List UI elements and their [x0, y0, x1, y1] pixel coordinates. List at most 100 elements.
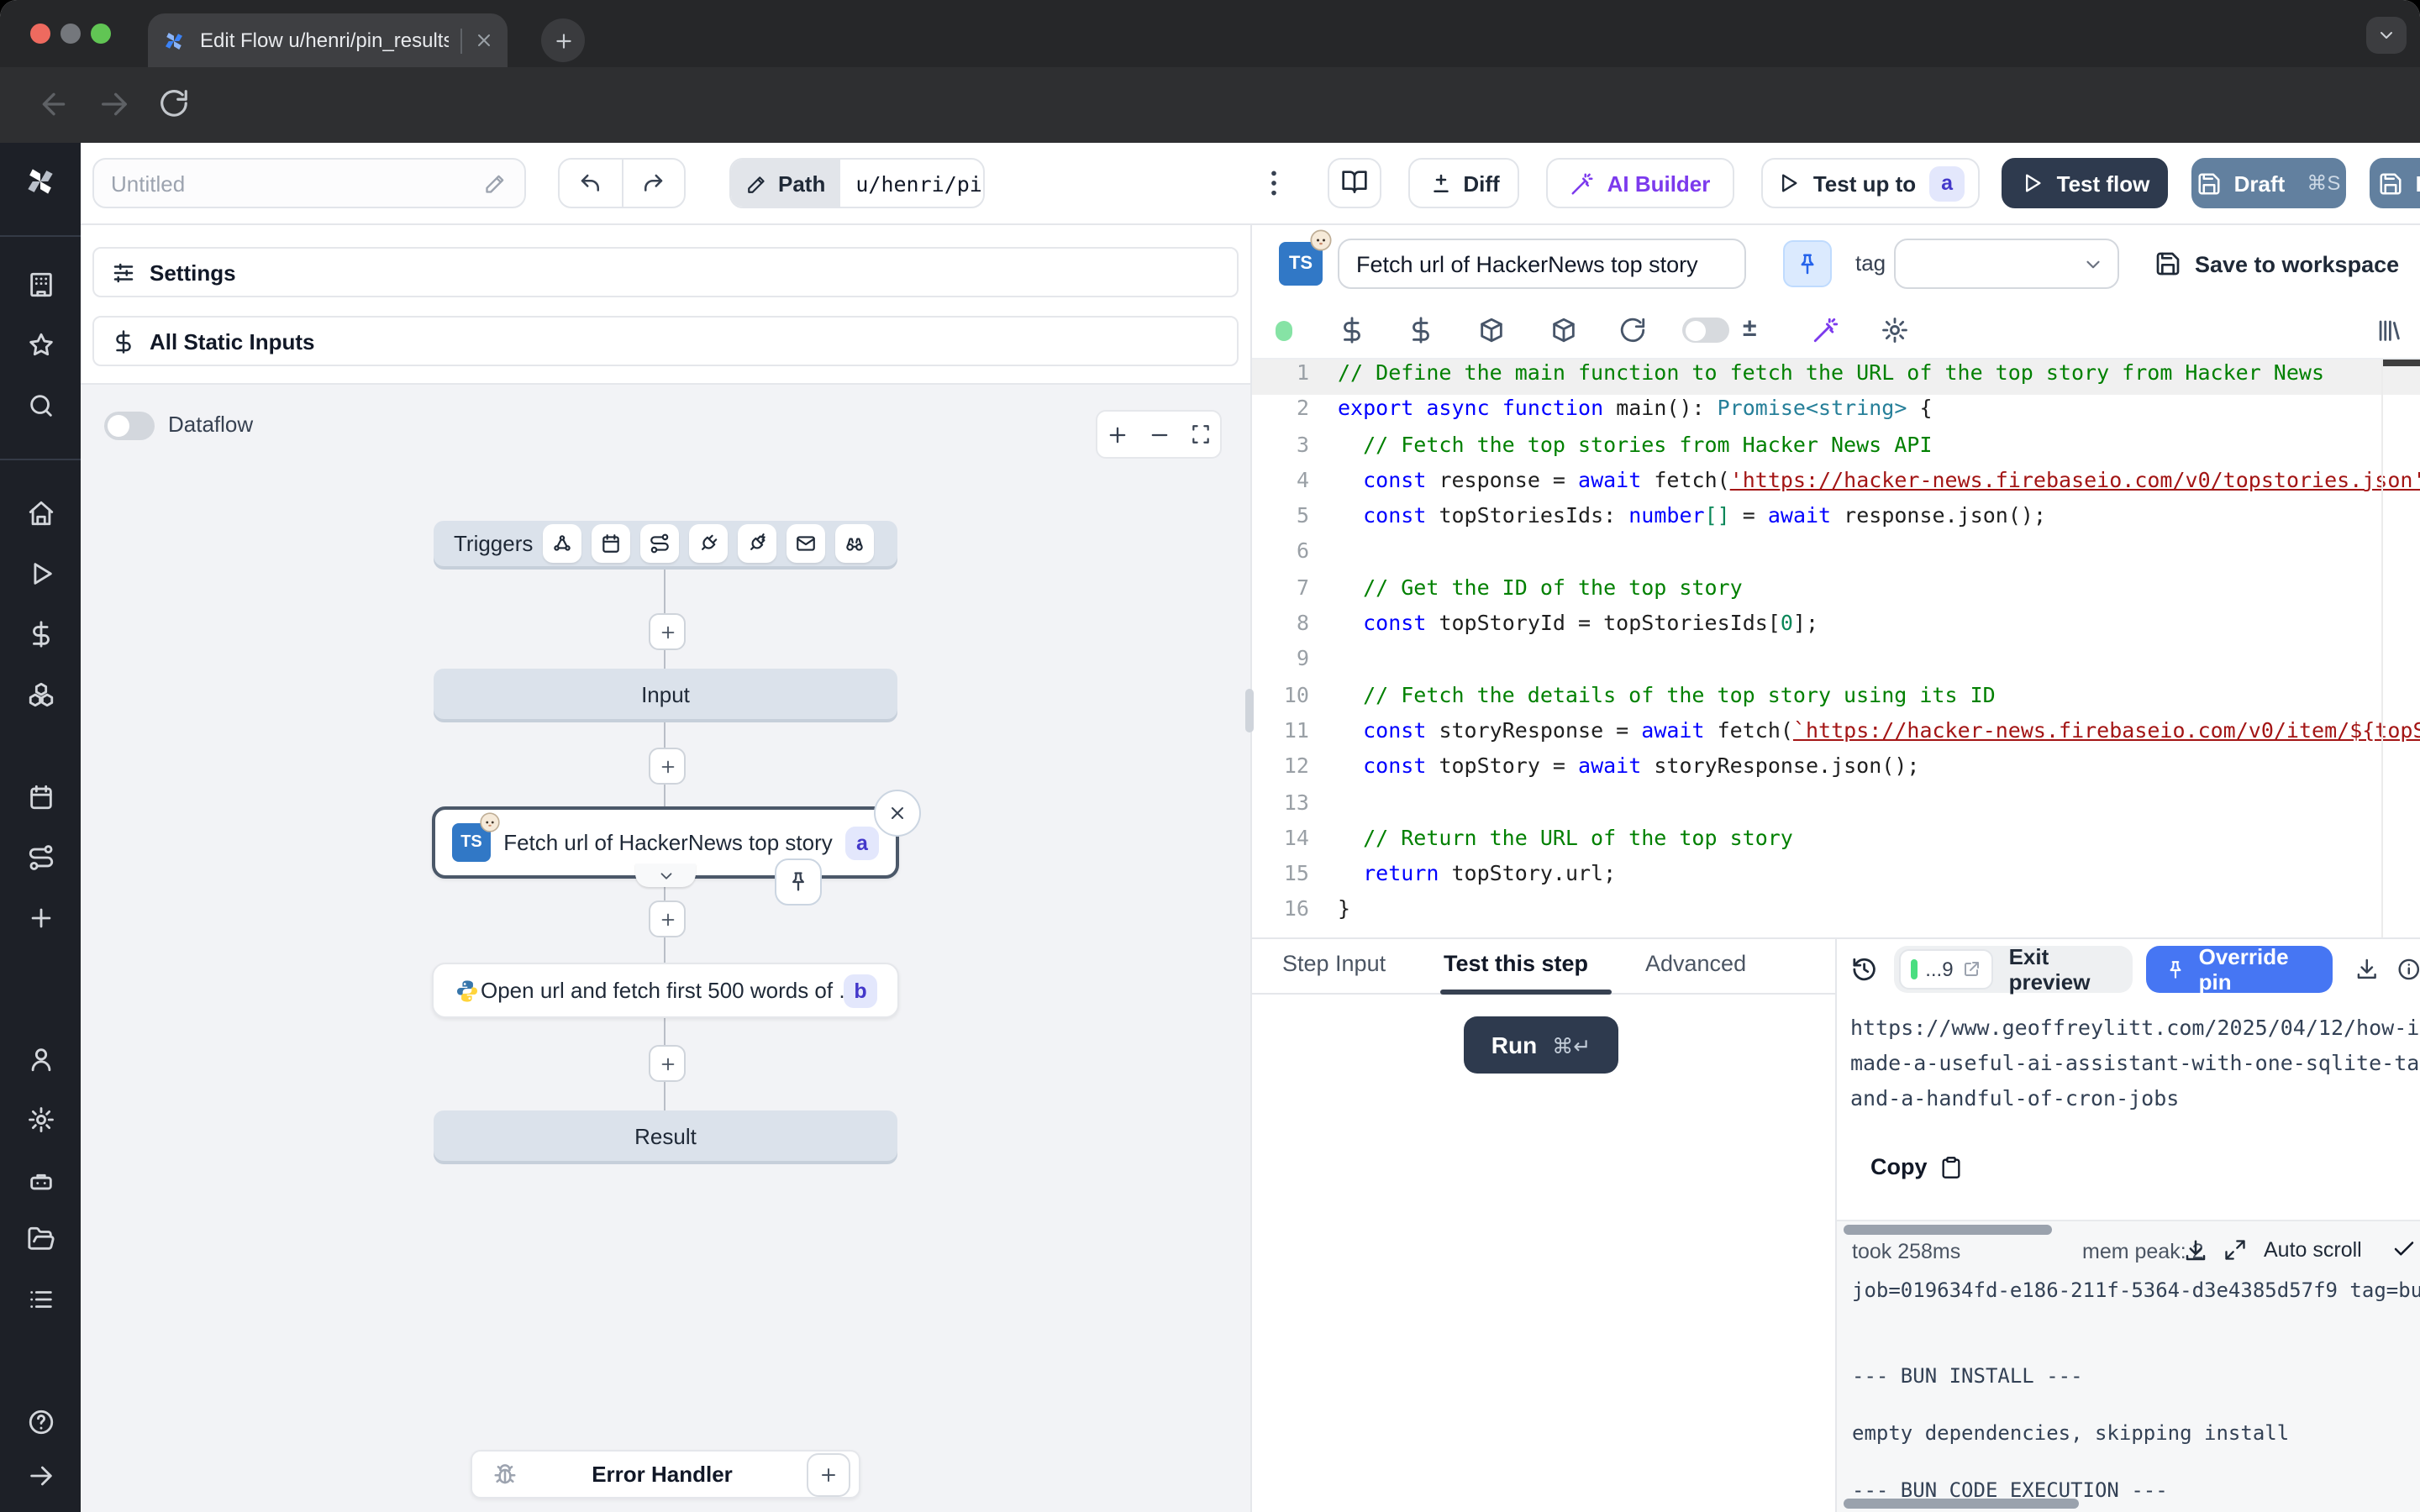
test-up-to-button[interactable]: Test up to a — [1761, 158, 1980, 208]
tab-close-icon[interactable] — [474, 30, 494, 50]
deploy-button[interactable]: Deploy — [2370, 158, 2420, 208]
sidebar-item-route-icon[interactable] — [18, 835, 62, 879]
download-result-icon[interactable] — [2355, 956, 2381, 983]
code-line-14[interactable]: 14 // Return the URL of the top story — [1252, 825, 2420, 861]
ai-builder-button[interactable]: AI Builder — [1546, 158, 1734, 208]
expand-step-chevron[interactable] — [635, 864, 696, 887]
sidebar-item-star-icon[interactable] — [18, 323, 62, 366]
exit-preview-button[interactable]: Exit preview — [2009, 944, 2118, 995]
sidebar-item-plus-icon[interactable] — [18, 895, 62, 939]
add-step-button[interactable] — [649, 900, 686, 937]
code-line-4[interactable]: 4 const response = await fetch('https://… — [1252, 467, 2420, 503]
save-draft-button[interactable]: Draft⌘S — [2191, 158, 2346, 208]
trigger-mail-icon[interactable] — [786, 524, 825, 563]
dataflow-toggle[interactable] — [104, 412, 155, 440]
code-line-9[interactable]: 9 — [1252, 646, 2420, 682]
code-line-12[interactable]: 12 const topStory = await storyResponse.… — [1252, 753, 2420, 790]
trigger-watch-icon[interactable] — [835, 524, 874, 563]
package-icon[interactable] — [1477, 316, 1506, 344]
sidebar-item-folder-open-icon[interactable] — [18, 1216, 62, 1260]
trigger-webhook-icon[interactable] — [543, 524, 581, 563]
forward-icon[interactable] — [97, 87, 131, 121]
code-line-6[interactable]: 6 — [1252, 538, 2420, 575]
sidebar-item-user-icon[interactable] — [18, 1037, 62, 1080]
tab-test-this-step[interactable]: Test this step — [1444, 951, 1588, 976]
copy-result-button[interactable]: Copy — [1870, 1154, 1963, 1179]
sidebar-item-help-icon[interactable] — [18, 1399, 62, 1443]
add-error-handler-button[interactable] — [807, 1452, 850, 1496]
code-line-16[interactable]: 16} — [1252, 896, 2420, 932]
expand-logs-icon[interactable] — [2223, 1238, 2247, 1262]
back-icon[interactable] — [37, 87, 71, 121]
trigger-calendar-icon[interactable] — [592, 524, 630, 563]
add-step-button[interactable] — [649, 1045, 686, 1082]
tab-advanced[interactable]: Advanced — [1645, 951, 1746, 976]
package-icon[interactable] — [1549, 316, 1578, 344]
save-to-workspace-button[interactable]: Save to workspace — [2154, 240, 2399, 287]
code-line-8[interactable]: 8 const topStoryId = topStoriesIds[0]; — [1252, 610, 2420, 646]
reload-icon[interactable] — [1618, 316, 1647, 344]
download-logs-icon[interactable] — [2183, 1238, 2208, 1263]
trigger-plug-zap-icon[interactable] — [738, 524, 776, 563]
flow-name-input[interactable]: Untitled — [92, 158, 526, 208]
sidebar-item-bot-icon[interactable] — [18, 1158, 62, 1201]
error-handler-node[interactable]: Error Handler — [471, 1450, 860, 1499]
library-icon[interactable] — [2375, 316, 2403, 344]
code-line-11[interactable]: 11 const storyResponse = await fetch(`ht… — [1252, 717, 2420, 753]
panel-resize-handle[interactable] — [1245, 689, 1254, 732]
logs-scrollbar-top[interactable] — [1844, 1225, 2052, 1235]
code-line-7[interactable]: 7 // Get the ID of the top story — [1252, 575, 2420, 611]
info-icon[interactable] — [2396, 956, 2420, 983]
test-flow-button[interactable]: Test flow — [2002, 158, 2168, 208]
pin-active-button[interactable] — [1783, 240, 1832, 287]
tab-search-chevron[interactable] — [2366, 17, 2407, 54]
pin-step-button[interactable] — [775, 858, 822, 906]
add-step-button[interactable] — [649, 613, 686, 650]
window-minimize-button[interactable] — [60, 24, 81, 44]
sidebar-item-play-icon[interactable] — [18, 551, 62, 595]
code-line-5[interactable]: 5 const topStoriesIds: number[] = await … — [1252, 502, 2420, 538]
tag-select[interactable] — [1894, 239, 2119, 289]
redo-button[interactable] — [623, 160, 684, 207]
sidebar-item-boxes-icon[interactable] — [18, 672, 62, 716]
tab-step-input[interactable]: Step Input — [1282, 951, 1386, 976]
docs-button[interactable] — [1328, 158, 1381, 208]
external-link-icon[interactable] — [1962, 959, 1982, 979]
step-node-b[interactable]: Open url and fetch first 500 words of ..… — [432, 963, 899, 1018]
sidebar-item-list-icon[interactable] — [18, 1277, 62, 1320]
sidebar-item-calendar-icon[interactable] — [18, 774, 62, 818]
run-button[interactable]: Run⌘↵ — [1464, 1016, 1618, 1074]
code-line-1[interactable]: 1// Define the main function to fetch th… — [1252, 360, 2420, 396]
input-node[interactable]: Input — [434, 669, 897, 719]
logs-scrollbar-bottom[interactable] — [1844, 1499, 2079, 1509]
static-inputs-icon[interactable] — [1338, 316, 1366, 344]
code-line-10[interactable]: 10 // Fetch the details of the top story… — [1252, 681, 2420, 717]
editor-toggle[interactable] — [1682, 318, 1729, 343]
reload-icon[interactable] — [158, 87, 190, 119]
job-id-pill[interactable]: ...9 — [1898, 949, 1993, 990]
code-line-2[interactable]: 2export async function main(): Promise<s… — [1252, 396, 2420, 432]
variables-icon[interactable] — [1407, 316, 1435, 344]
flow-settings-row[interactable]: Settings — [92, 247, 1239, 297]
new-tab-button[interactable] — [541, 18, 585, 62]
step-title-input[interactable]: Fetch url of HackerNews top story — [1338, 239, 1746, 289]
triggers-node[interactable]: Triggers — [434, 521, 897, 566]
window-zoom-button[interactable] — [91, 24, 111, 44]
sidebar-item-building-icon[interactable] — [18, 262, 62, 306]
browser-tab[interactable]: Edit Flow u/henri/pin_results — [148, 13, 508, 67]
zoom-out-icon[interactable] — [1148, 423, 1171, 446]
sidebar-item-home-icon[interactable] — [18, 491, 62, 534]
undo-button[interactable] — [560, 160, 623, 207]
path-button[interactable]: Path u/henri/pin — [729, 158, 985, 208]
zoom-in-icon[interactable] — [1107, 423, 1130, 446]
sidebar-item-arrow-right-icon[interactable] — [18, 1453, 62, 1497]
diff-icon[interactable]: ± — [1743, 314, 1756, 343]
flow-canvas[interactable]: Dataflow Triggers Input — [81, 383, 1250, 1512]
trigger-route-icon[interactable] — [640, 524, 679, 563]
diff-button[interactable]: Diff — [1408, 158, 1519, 208]
add-step-button[interactable] — [649, 748, 686, 785]
ai-wand-icon[interactable] — [1812, 316, 1840, 344]
fit-view-icon[interactable] — [1189, 423, 1211, 445]
window-close-button[interactable] — [30, 24, 50, 44]
editor-scrollbar[interactable] — [2383, 360, 2420, 366]
